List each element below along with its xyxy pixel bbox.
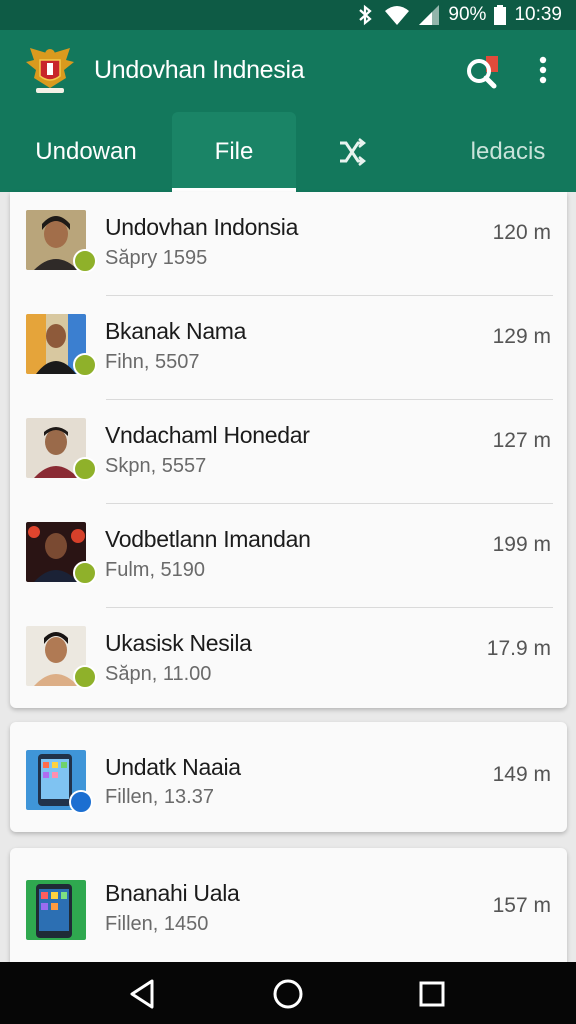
file-list-card: Undovhan Indonsia Săpry 1595 120 m Bkana…	[10, 192, 567, 708]
tab-ledacis[interactable]: ledacis	[440, 112, 576, 192]
home-icon	[273, 979, 303, 1009]
garuda-emblem-icon	[24, 46, 76, 96]
list-item[interactable]: Ukasisk Nesila Săpn, 11.00 17.9 m	[10, 608, 567, 712]
item-subtitle: Fulm, 5190	[105, 559, 206, 581]
shuffle-icon	[340, 138, 367, 166]
app-bar: Undovhan Indnesia	[0, 30, 576, 112]
item-title: Ukasisk Nesila	[105, 630, 252, 656]
file-list-card: Undatk Naaia Fillen, 13.37 149 m	[10, 722, 567, 832]
signal-icon	[419, 5, 440, 25]
app-thumbnail	[26, 880, 86, 940]
battery-percent: 90%	[448, 4, 487, 25]
tab-label: Undowan	[35, 138, 137, 165]
item-title: Vndachaml Honedar	[105, 422, 310, 448]
item-size: 127 m	[492, 429, 551, 452]
item-subtitle: Fihn, 5507	[105, 351, 200, 373]
battery-icon	[494, 5, 507, 25]
item-size: 157 m	[492, 894, 551, 917]
list-item[interactable]: Bnanahi Uala Fillen, 1450 157 m	[10, 848, 567, 978]
tab-label: File	[214, 138, 254, 165]
back-icon	[130, 979, 154, 1009]
status-badge	[73, 457, 97, 481]
item-subtitle: Fillen, 13.37	[105, 786, 214, 808]
more-vert-icon	[539, 56, 547, 84]
item-size: 17.9 m	[486, 637, 551, 660]
back-button[interactable]	[126, 976, 162, 1012]
tab-shuffle[interactable]	[300, 112, 404, 192]
more-options-button[interactable]	[528, 52, 558, 92]
tab-file[interactable]: File	[172, 112, 296, 192]
wifi-icon	[385, 6, 410, 25]
navigation-bar	[0, 962, 576, 1024]
item-subtitle: Săpn, 11.00	[105, 663, 212, 685]
item-subtitle: Săpry 1595	[105, 247, 208, 269]
status-badge	[69, 790, 93, 814]
search-icon	[467, 56, 498, 89]
tab-bar: Undowan File ledacis	[0, 112, 576, 192]
item-size: 120 m	[492, 221, 551, 244]
file-list-card: Bnanahi Uala Fillen, 1450 157 m	[10, 848, 567, 978]
list-item[interactable]: Undatk Naaia Fillen, 13.37 149 m	[10, 722, 567, 832]
list-item[interactable]: Vndachaml Honedar Skpn, 5557 127 m	[10, 400, 567, 504]
item-subtitle: Fillen, 1450	[105, 913, 209, 935]
item-title: Undovhan Indonsia	[105, 214, 299, 240]
item-title: Bnanahi Uala	[105, 880, 240, 906]
item-size: 149 m	[492, 763, 551, 786]
list-item[interactable]: Vodbetlann Imandan Fulm, 5190 199 m	[10, 504, 567, 608]
status-badge	[73, 561, 97, 585]
item-subtitle: Skpn, 5557	[105, 455, 207, 477]
tab-label: ledacis	[470, 138, 546, 165]
clock: 10:39	[514, 4, 562, 25]
search-button[interactable]	[462, 52, 502, 92]
status-badge	[73, 249, 97, 273]
item-title: Bkanak Nama	[105, 318, 247, 344]
item-title: Undatk Naaia	[105, 754, 241, 780]
bluetooth-icon	[359, 4, 373, 26]
recents-icon	[419, 981, 445, 1007]
item-title: Vodbetlann Imandan	[105, 526, 311, 552]
app-title: Undovhan Indnesia	[94, 56, 305, 84]
home-button[interactable]	[270, 976, 306, 1012]
list-item[interactable]: Undovhan Indonsia Săpry 1595 120 m	[10, 192, 567, 296]
item-size: 199 m	[492, 533, 551, 556]
item-size: 129 m	[492, 325, 551, 348]
tab-undowan[interactable]: Undowan	[0, 112, 172, 192]
status-bar: 90% 10:39	[0, 0, 576, 30]
status-badge	[73, 353, 97, 377]
status-badge	[73, 665, 97, 689]
list-item[interactable]: Bkanak Nama Fihn, 5507 129 m	[10, 296, 567, 400]
recents-button[interactable]	[414, 976, 450, 1012]
